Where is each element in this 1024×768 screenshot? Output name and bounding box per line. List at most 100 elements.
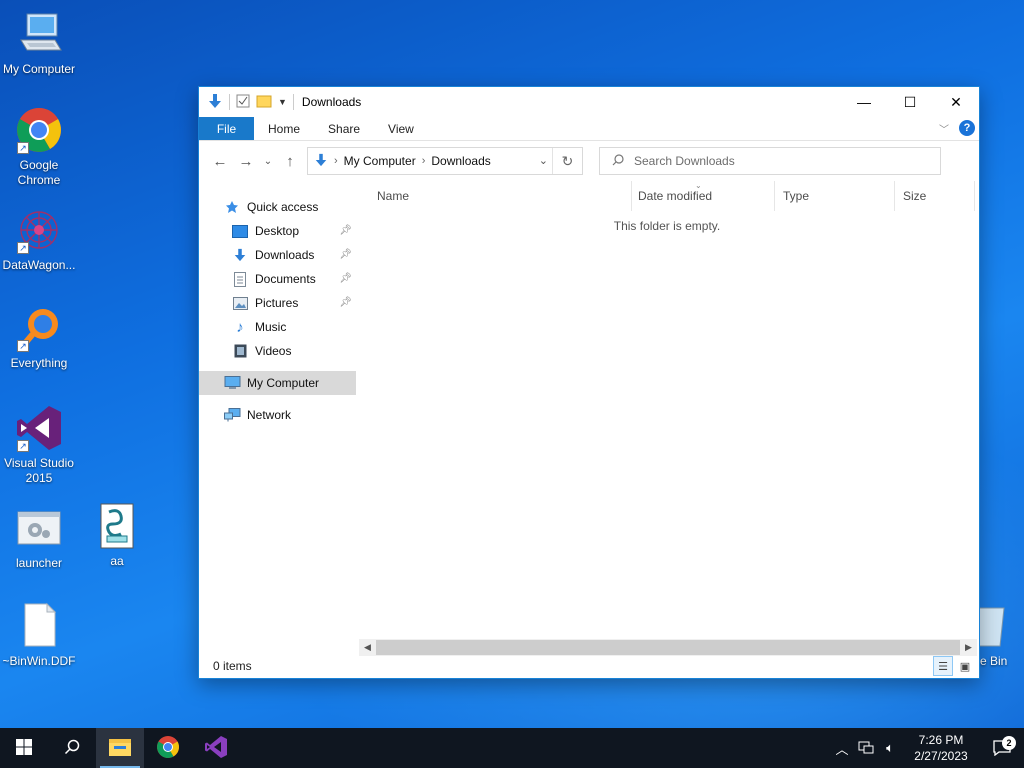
nav-network[interactable]: Network <box>199 403 356 427</box>
search-box[interactable] <box>599 147 941 175</box>
pictures-icon <box>231 295 249 311</box>
taskbar-file-explorer[interactable] <box>96 728 144 768</box>
maximize-button[interactable]: ☐ <box>887 87 933 117</box>
desktop-icon-my-computer[interactable]: My Computer <box>0 10 78 77</box>
refresh-icon: ↻ <box>561 152 574 169</box>
desktop-icon-binwin-ddf[interactable]: ~BinWin.DDF <box>0 602 78 669</box>
nav-label: Network <box>247 408 292 422</box>
music-note-icon: ♪ <box>236 318 244 336</box>
refresh-button[interactable]: ↻ <box>552 148 582 174</box>
folder-icon <box>108 737 132 760</box>
nav-desktop[interactable]: Desktop 📌︎ <box>199 219 356 243</box>
sort-chevron-icon: ⌄ <box>695 181 702 190</box>
details-view-button[interactable]: ☰ <box>933 656 953 676</box>
nav-label: Downloads <box>255 248 315 262</box>
desktop-icon-everything[interactable]: ↗ Everything <box>0 304 78 371</box>
desktop-icon-label: My Computer <box>2 62 76 76</box>
desktop-icon-launcher[interactable]: launcher <box>0 504 78 571</box>
nav-pictures[interactable]: Pictures 📌︎ <box>199 291 356 315</box>
column-header-date-modified[interactable]: Date modified <box>632 181 775 211</box>
nav-label: Desktop <box>255 224 300 238</box>
breadcrumb-my-computer[interactable]: My Computer <box>344 154 416 168</box>
breadcrumb-downloads[interactable]: Downloads <box>431 154 490 168</box>
forward-button[interactable]: → <box>235 150 257 172</box>
properties-checkbox-icon[interactable] <box>236 94 250 111</box>
pin-icon[interactable]: 📌︎ <box>339 297 352 308</box>
star-icon <box>223 199 241 215</box>
nav-my-computer[interactable]: My Computer <box>199 371 356 395</box>
scroll-left-icon[interactable]: ◀ <box>359 642 376 653</box>
pin-icon[interactable]: 📌︎ <box>339 225 352 236</box>
nav-quick-access[interactable]: Quick access <box>199 195 356 219</box>
scrollbar-thumb[interactable] <box>376 640 960 655</box>
close-button[interactable]: ✕ <box>933 87 979 117</box>
clock-time: 7:26 PM <box>918 733 964 747</box>
up-button[interactable]: ↑ <box>279 150 301 172</box>
nav-label: Documents <box>255 272 316 286</box>
tab-file[interactable]: File <box>199 117 254 140</box>
nav-label: Videos <box>255 344 292 358</box>
close-icon: ✕ <box>950 93 962 110</box>
column-header-type[interactable]: Type <box>775 181 895 211</box>
start-button[interactable] <box>0 728 48 768</box>
column-header-name[interactable]: Name <box>357 181 632 211</box>
taskbar-chrome[interactable] <box>144 728 192 768</box>
scroll-right-icon[interactable]: ▶ <box>960 642 977 653</box>
pin-icon[interactable]: 📌︎ <box>339 273 352 284</box>
desktop-icon-label: Google Chrome <box>17 158 61 187</box>
minimize-button[interactable]: — <box>841 87 887 117</box>
forward-arrow-icon: → <box>238 152 254 170</box>
desktop-icon-datawagon[interactable]: ↗ DataWagon... <box>0 206 78 273</box>
nav-music[interactable]: ♪ Music <box>199 315 356 339</box>
desktop-icon-label: Visual Studio 2015 <box>4 456 74 485</box>
volume-icon[interactable]: 🔈︎ <box>878 740 902 756</box>
breadcrumb-separator-icon: › <box>421 155 426 167</box>
taskbar-search-button[interactable] <box>48 728 96 768</box>
tab-share[interactable]: Share <box>314 117 374 140</box>
item-count: 0 items <box>213 659 252 673</box>
tab-view[interactable]: View <box>374 117 428 140</box>
nav-documents[interactable]: Documents 📌︎ <box>199 267 356 291</box>
nav-videos[interactable]: Videos <box>199 339 356 363</box>
settings-app-icon <box>15 504 63 552</box>
network-status-icon[interactable] <box>854 741 878 755</box>
tab-home[interactable]: Home <box>254 117 314 140</box>
search-input[interactable] <box>634 154 914 168</box>
new-folder-icon[interactable] <box>256 94 272 111</box>
window-title: Downloads <box>301 95 362 109</box>
help-icon[interactable]: ? <box>959 120 975 136</box>
downloads-arrow-icon <box>231 247 249 263</box>
show-hidden-icons-chevron-icon[interactable]: ︿ <box>830 739 854 758</box>
network-icon <box>223 407 241 423</box>
downloads-arrow-icon <box>314 152 328 171</box>
desktop-icon-visual-studio[interactable]: ↗ Visual Studio 2015 <box>0 404 78 486</box>
address-history-chevron-icon[interactable]: ⌄ <box>539 154 548 167</box>
clock-date: 2/27/2023 <box>914 749 968 763</box>
computer-icon <box>223 375 241 391</box>
desktop-icon-aa[interactable]: aa <box>78 502 156 569</box>
nav-label: Quick access <box>247 200 319 214</box>
customize-toolbar-dropdown-icon[interactable]: ▼ <box>278 97 287 107</box>
recent-locations-button[interactable]: ⌄ <box>261 150 275 172</box>
navigation-bar: ← → ⌄ ↑ › My Computer › Downloads ⌄ ↻ <box>199 141 979 181</box>
desktop-icon-label: launcher <box>15 556 63 570</box>
system-tray: ︿ 🔈︎ 7:26 PM 2/27/2023 2 <box>830 728 1024 768</box>
taskbar-visual-studio[interactable] <box>192 728 240 768</box>
action-center-button[interactable]: 2 <box>980 736 1024 756</box>
back-button[interactable]: ← <box>209 150 231 172</box>
nav-downloads[interactable]: Downloads 📌︎ <box>199 243 356 267</box>
desktop-icon-label: ~BinWin.DDF <box>2 654 76 668</box>
large-icons-view-button[interactable]: ▣ <box>955 656 975 676</box>
documents-icon <box>231 271 249 287</box>
expand-ribbon-chevron-icon[interactable]: ﹀ <box>939 121 949 136</box>
script-file-icon <box>93 502 141 550</box>
title-bar[interactable]: ▼ Downloads — ☐ ✕ <box>199 87 979 117</box>
address-bar[interactable]: › My Computer › Downloads ⌄ ↻ <box>307 147 583 175</box>
file-list-area[interactable]: Name Date modified Type Size ⌄ This fold… <box>357 181 979 648</box>
desktop-icon-google-chrome[interactable]: ↗ Google Chrome <box>0 106 78 188</box>
notification-count-badge: 2 <box>1002 736 1016 750</box>
clock[interactable]: 7:26 PM 2/27/2023 <box>902 732 980 764</box>
pin-icon[interactable]: 📌︎ <box>339 249 352 260</box>
datawagon-icon: ↗ <box>15 206 63 254</box>
column-header-size[interactable]: Size <box>895 181 975 211</box>
